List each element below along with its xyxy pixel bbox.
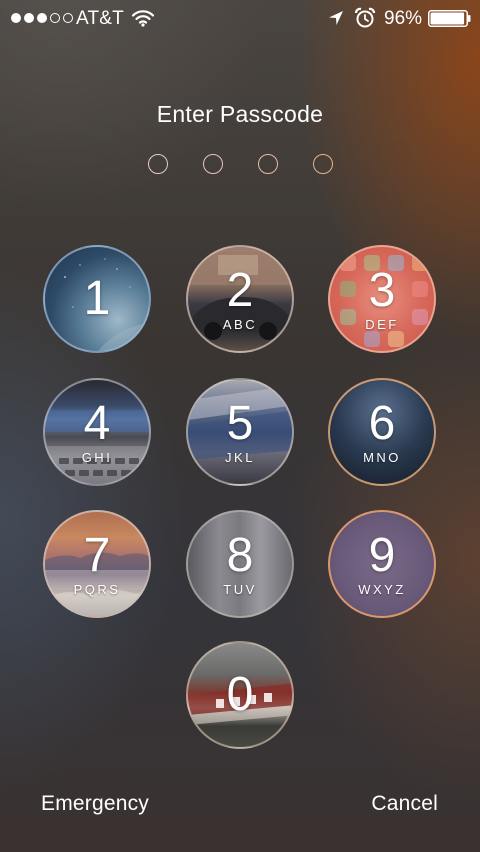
signal-dot [11,13,21,23]
cancel-button[interactable]: Cancel [371,792,438,816]
key-3-button[interactable]: 3 DEF [328,245,436,353]
alarm-clock-icon [354,7,376,34]
key-digit: 4 [83,397,111,450]
key-digit: 1 [83,272,111,325]
key-letters: GHI [81,450,113,465]
key-digit: 2 [226,264,254,317]
key-letters: DEF [365,317,399,332]
key-2-button[interactable]: 2 ABC [186,245,294,353]
passcode-indicator [0,154,480,174]
carrier-name: AT&T [76,8,124,29]
location-arrow-icon [327,9,345,32]
battery-icon [428,10,471,27]
signal-dot [63,13,73,23]
key-digit: 3 [368,264,396,317]
key-digit: 9 [368,529,396,582]
passcode-dot [257,154,278,174]
key-letters: TUV [223,582,257,597]
key-5-button[interactable]: 5 JKL [186,378,294,486]
page-title: Enter Passcode [156,101,324,127]
key-letters: JKL [225,450,255,465]
key-8-button[interactable]: 8 TUV [186,510,294,618]
key-0-button[interactable]: 0 [186,641,294,749]
passcode-dot [312,154,333,174]
signal-strength-icon [11,13,73,23]
wifi-icon [131,9,155,32]
key-letters: MNO [363,450,401,465]
key-digit: 6 [368,397,396,450]
key-7-button[interactable]: 7 PQRS [43,510,151,618]
key-letters: WXYZ [358,582,406,597]
signal-dot [50,13,60,23]
emergency-button[interactable]: Emergency [41,792,149,816]
passcode-dot [147,154,168,174]
passcode-dot [202,154,223,174]
key-6-button[interactable]: 6 MNO [328,378,436,486]
signal-dot [24,13,34,23]
key-digit: 8 [226,529,254,582]
status-bar: AT&T 96% [0,0,480,38]
signal-dot [37,13,47,23]
key-letters: ABC [222,317,258,332]
key-digit: 7 [83,529,111,582]
key-1-button[interactable]: 1 [43,245,151,353]
key-letters: PQRS [73,582,121,597]
key-digit: 0 [226,668,254,721]
battery-percentage: 96% [384,8,423,29]
key-9-button[interactable]: 9 WXYZ [328,510,436,618]
key-digit: 5 [226,397,254,450]
key-4-button[interactable]: 4 GHI [43,378,151,486]
